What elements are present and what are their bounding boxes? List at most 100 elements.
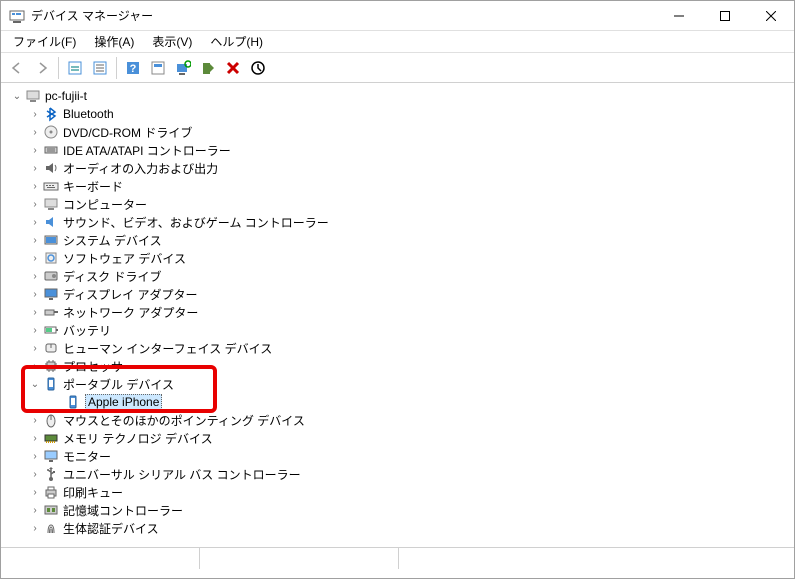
status-bar xyxy=(1,547,794,569)
tree-node[interactable]: ›コンピューター xyxy=(27,195,786,213)
network-icon xyxy=(43,304,59,320)
expand-arrow-icon[interactable]: › xyxy=(27,163,43,174)
help-button[interactable]: ? xyxy=(121,56,145,80)
portable-icon xyxy=(65,394,81,410)
pc-icon xyxy=(25,88,41,104)
expand-arrow-icon[interactable]: ⌄ xyxy=(9,91,25,102)
tree-node[interactable]: › システム デバイス xyxy=(27,231,786,249)
expand-arrow-icon[interactable]: › xyxy=(27,523,43,534)
tree-node[interactable]: › プロセッサ xyxy=(27,357,786,375)
expand-arrow-icon[interactable]: › xyxy=(27,145,43,156)
menu-view[interactable]: 表示(V) xyxy=(144,31,200,52)
menu-file[interactable]: ファイル(F) xyxy=(5,31,84,52)
tree-node[interactable]: › モニター xyxy=(27,447,786,465)
monitor-icon xyxy=(43,448,59,464)
expand-arrow-icon[interactable]: › xyxy=(27,109,43,120)
properties-button[interactable] xyxy=(88,56,112,80)
node-label: ユニバーサル シリアル バス コントローラー xyxy=(63,466,301,483)
expand-arrow-icon[interactable]: › xyxy=(27,217,43,228)
node-label: キーボード xyxy=(63,178,123,195)
node-label: IDE ATA/ATAPI コントローラー xyxy=(63,142,231,159)
maximize-button[interactable] xyxy=(702,1,748,31)
node-label: ポータブル デバイス xyxy=(63,376,174,393)
tree-node[interactable]: ⌄ ポータブル デバイス xyxy=(27,375,786,393)
expand-arrow-icon[interactable]: › xyxy=(27,253,43,264)
tree-node[interactable]: › ネットワーク アダプター xyxy=(27,303,786,321)
expand-arrow-icon[interactable]: › xyxy=(27,127,43,138)
window-title: デバイス マネージャー xyxy=(31,7,656,24)
expand-arrow-icon[interactable]: › xyxy=(27,235,43,246)
expand-arrow-icon[interactable]: › xyxy=(27,433,43,444)
action-button[interactable] xyxy=(146,56,170,80)
show-hidden-button[interactable] xyxy=(63,56,87,80)
expand-arrow-icon[interactable]: › xyxy=(27,487,43,498)
expand-arrow-icon[interactable]: › xyxy=(27,469,43,480)
tree-node[interactable]: ›ディスク ドライブ xyxy=(27,267,786,285)
tree-node[interactable]: › キーボード xyxy=(27,177,786,195)
toolbar: ? xyxy=(1,53,794,83)
device-tree[interactable]: ⌄pc-fujii-t›Bluetooth›DVD/CD-ROM ドライブ›ID… xyxy=(1,83,794,547)
menu-action[interactable]: 操作(A) xyxy=(86,31,142,52)
expand-arrow-icon[interactable]: › xyxy=(27,307,43,318)
update-driver-button[interactable] xyxy=(196,56,220,80)
node-label: サウンド、ビデオ、およびゲーム コントローラー xyxy=(63,214,329,231)
system-icon xyxy=(43,232,59,248)
hid-icon xyxy=(43,340,59,356)
node-label: メモリ テクノロジ デバイス xyxy=(63,430,213,447)
disable-button[interactable] xyxy=(246,56,270,80)
tree-node[interactable]: ›Bluetooth xyxy=(27,105,786,123)
mouse-icon xyxy=(43,412,59,428)
expand-arrow-icon[interactable]: › xyxy=(27,361,43,372)
disc-icon xyxy=(43,124,59,140)
close-button[interactable] xyxy=(748,1,794,31)
tree-child-node[interactable]: Apple iPhone xyxy=(49,393,786,411)
expand-arrow-icon[interactable]: › xyxy=(27,181,43,192)
node-label: バッテリ xyxy=(63,322,111,339)
status-cell xyxy=(200,548,399,569)
toolbar-separator xyxy=(116,57,117,79)
expand-arrow-icon[interactable]: › xyxy=(27,343,43,354)
software-icon xyxy=(43,250,59,266)
uninstall-button[interactable] xyxy=(221,56,245,80)
node-label: ソフトウェア デバイス xyxy=(63,250,186,267)
expand-arrow-icon[interactable]: › xyxy=(27,325,43,336)
expand-arrow-icon[interactable]: › xyxy=(27,289,43,300)
expand-arrow-icon[interactable]: › xyxy=(27,451,43,462)
tree-node[interactable]: ›ディスプレイ アダプター xyxy=(27,285,786,303)
expand-arrow-icon[interactable]: ⌄ xyxy=(27,379,43,390)
expand-arrow-icon[interactable]: › xyxy=(27,271,43,282)
node-label: モニター xyxy=(63,448,111,465)
menu-help[interactable]: ヘルプ(H) xyxy=(202,31,271,52)
expand-arrow-icon[interactable]: › xyxy=(27,505,43,516)
tree-node[interactable]: ›記憶域コントローラー xyxy=(27,501,786,519)
tree-node[interactable]: › サウンド、ビデオ、およびゲーム コントローラー xyxy=(27,213,786,231)
node-label: プロセッサ xyxy=(63,358,123,375)
node-label: ヒューマン インターフェイス デバイス xyxy=(63,340,272,357)
tree-node[interactable]: ›生体認証デバイス xyxy=(27,519,786,537)
tree-node[interactable]: › ソフトウェア デバイス xyxy=(27,249,786,267)
tree-node[interactable]: › バッテリ xyxy=(27,321,786,339)
app-icon xyxy=(9,8,25,24)
printer-icon xyxy=(43,484,59,500)
scan-button[interactable] xyxy=(171,56,195,80)
node-label: システム デバイス xyxy=(63,232,162,249)
minimize-button[interactable] xyxy=(656,1,702,31)
expand-arrow-icon[interactable]: › xyxy=(27,199,43,210)
node-label: Apple iPhone xyxy=(85,394,162,410)
tree-node[interactable]: ›オーディオの入力および出力 xyxy=(27,159,786,177)
expand-arrow-icon[interactable]: › xyxy=(27,415,43,426)
bluetooth-icon xyxy=(43,106,59,122)
toolbar-separator xyxy=(58,57,59,79)
tree-node[interactable]: › ヒューマン インターフェイス デバイス xyxy=(27,339,786,357)
tree-node[interactable]: › IDE ATA/ATAPI コントローラー xyxy=(27,141,786,159)
portable-icon xyxy=(43,376,59,392)
node-label: ネットワーク アダプター xyxy=(63,304,198,321)
tree-node[interactable]: ›マウスとそのほかのポインティング デバイス xyxy=(27,411,786,429)
tree-node[interactable]: › ユニバーサル シリアル バス コントローラー xyxy=(27,465,786,483)
biometric-icon xyxy=(43,520,59,536)
tree-node[interactable]: ›印刷キュー xyxy=(27,483,786,501)
tree-node[interactable]: ›DVD/CD-ROM ドライブ xyxy=(27,123,786,141)
tree-node[interactable]: › メモリ テクノロジ デバイス xyxy=(27,429,786,447)
title-bar: デバイス マネージャー xyxy=(1,1,794,31)
tree-root-node[interactable]: ⌄pc-fujii-t xyxy=(9,87,786,105)
